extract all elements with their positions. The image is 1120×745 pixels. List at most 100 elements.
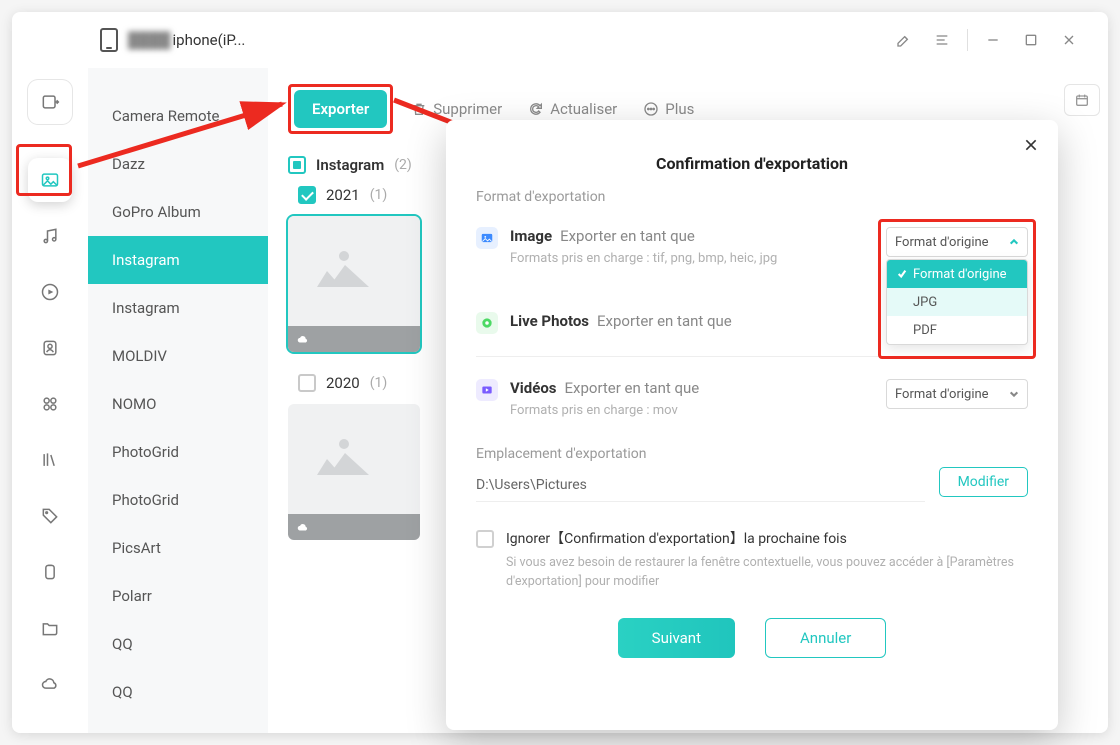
album-label: PhotoGrid — [112, 443, 179, 461]
device-name-visible: iphone(iP... — [173, 31, 246, 49]
album-item-qq-1[interactable]: QQ — [88, 620, 268, 668]
ignore-checkbox[interactable] — [476, 530, 494, 548]
device-name-hidden: ████ — [128, 31, 171, 49]
rail-video-icon[interactable] — [28, 270, 72, 314]
close-window-button[interactable] — [1050, 21, 1088, 59]
year-label: 2020 — [326, 374, 360, 392]
album-label: QQ — [112, 683, 133, 701]
ignore-label: Ignorer【Confirmation d'exportation】la pr… — [506, 528, 1028, 548]
nav-rail — [12, 68, 88, 733]
minimize-button[interactable] — [974, 21, 1012, 59]
album-label: Instagram — [112, 251, 180, 269]
rail-tag-icon[interactable] — [28, 494, 72, 538]
delete-label: Supprimer — [433, 100, 502, 118]
format-row-video: VidéosExporter en tant que Formats pris … — [476, 379, 1028, 418]
modify-location-button[interactable]: Modifier — [939, 467, 1028, 497]
rail-storage-icon[interactable] — [28, 550, 72, 594]
export-confirmation-dialog: Confirmation d'exportation Format d'expo… — [446, 120, 1058, 730]
edit-icon[interactable] — [885, 21, 923, 59]
album-item-instagram-selected[interactable]: Instagram — [88, 236, 268, 284]
dialog-footer: Suivant Annuler — [476, 618, 1028, 658]
rail-photos-icon[interactable] — [28, 158, 72, 202]
format-row-image: ImageExporter en tant que Formats pris e… — [476, 227, 1028, 266]
ignore-hint: Si vous avez besoin de restaurer la fenê… — [506, 554, 1028, 592]
photo-thumbnail-selected[interactable] — [288, 216, 420, 352]
album-item-moldiv[interactable]: MOLDIV — [88, 332, 268, 380]
year-count: (1) — [370, 375, 388, 391]
group-title: Instagram — [316, 156, 384, 174]
album-item-polarr[interactable]: Polarr — [88, 572, 268, 620]
album-label: Polarr — [112, 587, 152, 605]
export-button[interactable]: Exporter — [294, 90, 387, 128]
video-row-title: VidéosExporter en tant que — [510, 379, 874, 397]
rail-contacts-icon[interactable] — [28, 326, 72, 370]
dropdown-selected-label: Format d'origine — [895, 387, 989, 402]
thumbnail-cloud-badge — [288, 514, 420, 540]
year-label: 2021 — [326, 186, 360, 204]
thumbnail-image — [288, 404, 420, 514]
image-format-dropdown[interactable]: Format d'origine — [886, 227, 1028, 257]
image-format-dropdown-wrap: Format d'origine Format d'origine JPG PD… — [886, 227, 1028, 257]
image-icon — [476, 227, 498, 249]
refresh-label: Actualiser — [550, 100, 617, 118]
album-label: Dazz — [112, 155, 145, 173]
video-icon — [476, 379, 498, 401]
dropdown-option-pdf[interactable]: PDF — [887, 316, 1027, 344]
device-name: ████iphone(iP... — [128, 31, 245, 49]
export-location-input[interactable] — [476, 468, 925, 502]
close-dialog-button[interactable] — [1018, 132, 1044, 158]
album-list: Camera Remote Dazz GoPro Album Instagram… — [88, 68, 268, 733]
titlebar: ████iphone(iP... — [12, 12, 1108, 68]
checkbox-unchecked[interactable] — [298, 374, 316, 392]
rail-back-icon[interactable] — [28, 80, 72, 124]
year-count: (1) — [370, 187, 388, 203]
thumbnail-image — [288, 216, 420, 326]
album-label: MOLDIV — [112, 347, 167, 365]
album-item-instagram-2[interactable]: Instagram — [88, 284, 268, 332]
image-format-dropdown-menu: Format d'origine JPG PDF — [886, 259, 1028, 345]
option-label: PDF — [913, 323, 937, 338]
cancel-button[interactable]: Annuler — [765, 618, 886, 658]
format-section-label: Format d'exportation — [476, 189, 1028, 205]
option-label: JPG — [913, 295, 937, 310]
rail-books-icon[interactable] — [28, 438, 72, 482]
checkbox-checked[interactable] — [298, 186, 316, 204]
list-icon[interactable] — [923, 21, 961, 59]
more-label: Plus — [665, 100, 694, 118]
video-row-hint: Formats pris en charge : mov — [510, 403, 874, 418]
group-count: (2) — [394, 157, 412, 173]
next-button[interactable]: Suivant — [618, 618, 735, 658]
album-item-nomo[interactable]: NOMO — [88, 380, 268, 428]
album-label: Camera Remote — [112, 107, 219, 125]
maximize-button[interactable] — [1012, 21, 1050, 59]
album-item-camera-remote[interactable]: Camera Remote — [88, 92, 268, 140]
checkbox-indeterminate[interactable] — [288, 156, 306, 174]
album-label: QQ — [112, 635, 133, 653]
calendar-button[interactable] — [1064, 84, 1100, 116]
option-label: Format d'origine — [913, 267, 1007, 282]
album-label: Instagram — [112, 299, 180, 317]
rail-files-icon[interactable] — [28, 606, 72, 650]
rail-cloud-icon[interactable] — [28, 662, 72, 706]
live-photos-icon — [476, 312, 498, 334]
album-item-dazz[interactable]: Dazz — [88, 140, 268, 188]
dropdown-option-origin[interactable]: Format d'origine — [887, 260, 1027, 288]
video-format-dropdown[interactable]: Format d'origine — [886, 379, 1028, 409]
rail-music-icon[interactable] — [28, 214, 72, 258]
album-label: GoPro Album — [112, 203, 201, 221]
ignore-confirmation-row: Ignorer【Confirmation d'exportation】la pr… — [476, 528, 1028, 592]
divider — [967, 29, 968, 51]
dialog-title: Confirmation d'exportation — [476, 154, 1028, 173]
album-item-photogrid-1[interactable]: PhotoGrid — [88, 428, 268, 476]
thumbnail-cloud-badge — [288, 326, 420, 352]
album-item-picsart[interactable]: PicsArt — [88, 524, 268, 572]
photo-thumbnail[interactable] — [288, 404, 420, 540]
image-row-title: ImageExporter en tant que — [510, 227, 874, 245]
image-row-hint: Formats pris en charge : tif, png, bmp, … — [510, 251, 874, 266]
album-item-photogrid-2[interactable]: PhotoGrid — [88, 476, 268, 524]
album-item-qq-2[interactable]: QQ — [88, 668, 268, 716]
dropdown-selected-label: Format d'origine — [895, 235, 989, 250]
rail-apps-icon[interactable] — [28, 382, 72, 426]
album-item-gopro[interactable]: GoPro Album — [88, 188, 268, 236]
dropdown-option-jpg[interactable]: JPG — [887, 288, 1027, 316]
